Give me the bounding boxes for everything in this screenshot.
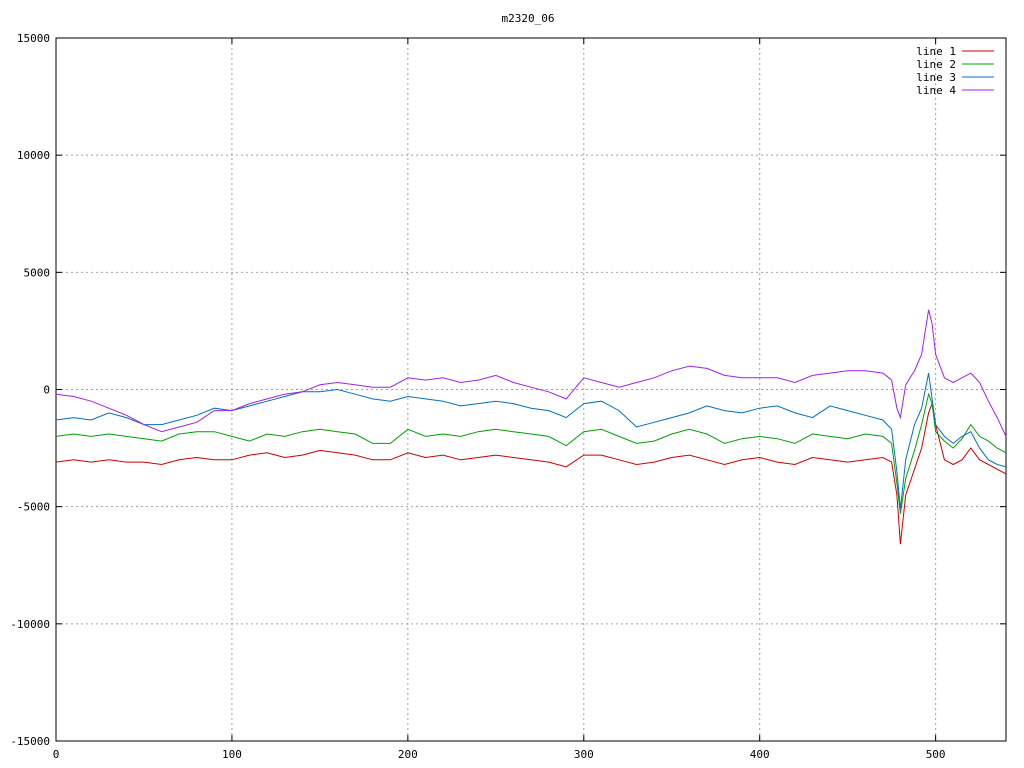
- legend-label-3: line 3: [916, 71, 956, 84]
- series-group: [55, 309, 1007, 545]
- y-tick-label: 10000: [17, 149, 50, 162]
- legend-label-2: line 2: [916, 58, 956, 71]
- legend-label-1: line 1: [916, 45, 956, 58]
- series-line-4: [55, 309, 1007, 437]
- x-tick-label: 300: [574, 748, 594, 761]
- series-line-1: [55, 401, 1007, 545]
- series-line-2: [55, 392, 1007, 514]
- chart-title: m2320_06: [502, 12, 555, 25]
- line-chart: m2320_06 0 100 200 300 400 500 -15000 -10000 -50…: [10, 12, 1007, 761]
- y-tick-label: 0: [43, 384, 50, 397]
- x-tick-label: 500: [926, 748, 946, 761]
- axes: 0 100 200 300 400 500 -15000 -10000 -5000 0 5000 10…: [10, 32, 1007, 761]
- series-line-3: [55, 373, 1007, 510]
- x-tick-label: 100: [222, 748, 242, 761]
- y-tick-label: 5000: [24, 266, 51, 279]
- legend: line 1line 2line 3line 4: [916, 45, 994, 97]
- y-tick-label: -10000: [10, 618, 50, 631]
- legend-label-4: line 4: [916, 84, 956, 97]
- x-tick-label: 0: [53, 748, 60, 761]
- y-tick-label: -15000: [10, 735, 50, 748]
- grid: [56, 38, 1006, 741]
- x-tick-label: 200: [398, 748, 418, 761]
- x-tick-label: 400: [750, 748, 770, 761]
- y-tick-label: -5000: [17, 501, 50, 514]
- y-tick-label: 15000: [17, 32, 50, 45]
